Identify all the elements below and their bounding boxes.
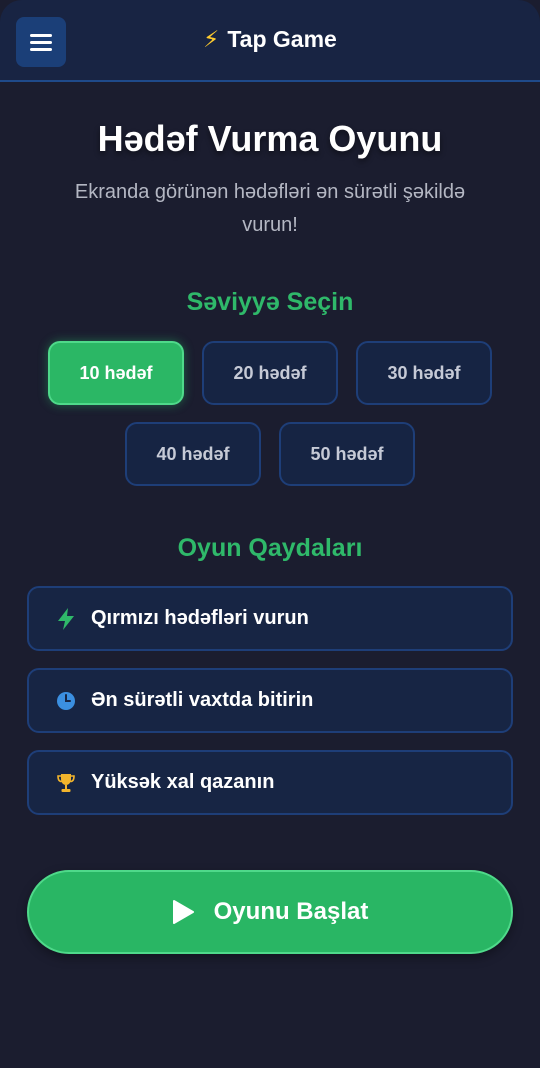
rule-item: Yüksək xal qazanın bbox=[27, 750, 513, 815]
trophy-icon bbox=[49, 773, 83, 793]
level-heading: Səviyyə Seçin bbox=[186, 288, 354, 316]
clock-icon bbox=[49, 691, 83, 711]
level-button-50[interactable]: 50 hədəf bbox=[279, 422, 415, 486]
rule-text: Yüksək xal qazanın bbox=[91, 771, 275, 793]
lightning-icon: ⚡ bbox=[203, 26, 220, 52]
page-subtitle: Ekranda görünən hədəfləri ən sürətli şək… bbox=[74, 181, 466, 236]
brand: ⚡ Tap Game bbox=[0, 26, 540, 53]
rule-item: Ən sürətli vaxtda bitirin bbox=[27, 668, 513, 733]
start-game-button[interactable]: Oyunu Başlat bbox=[27, 870, 513, 954]
play-icon bbox=[172, 900, 194, 924]
page-title: Hədəf Vurma Oyunu bbox=[97, 118, 443, 159]
level-button-40[interactable]: 40 hədəf bbox=[125, 422, 261, 486]
app-screen: ⚡ Tap Game Hədəf Vurma Oyunu Ekranda görü… bbox=[0, 0, 540, 1068]
rule-text: Ən sürətli vaxtda bitirin bbox=[91, 689, 314, 711]
rules-heading: Oyun Qaydaları bbox=[177, 534, 363, 562]
level-button-30[interactable]: 30 hədəf bbox=[356, 341, 492, 405]
level-button-20[interactable]: 20 hədəf bbox=[202, 341, 338, 405]
level-button-10[interactable]: 10 hədəf bbox=[48, 341, 184, 405]
brand-title: Tap Game bbox=[227, 26, 337, 52]
header-bar: ⚡ Tap Game bbox=[0, 0, 540, 82]
start-game-label: Oyunu Başlat bbox=[213, 898, 369, 925]
rule-item: Qırmızı hədəfləri vurun bbox=[27, 586, 513, 651]
rule-text: Qırmızı hədəfləri vurun bbox=[91, 607, 309, 629]
bolt-icon bbox=[49, 607, 83, 630]
